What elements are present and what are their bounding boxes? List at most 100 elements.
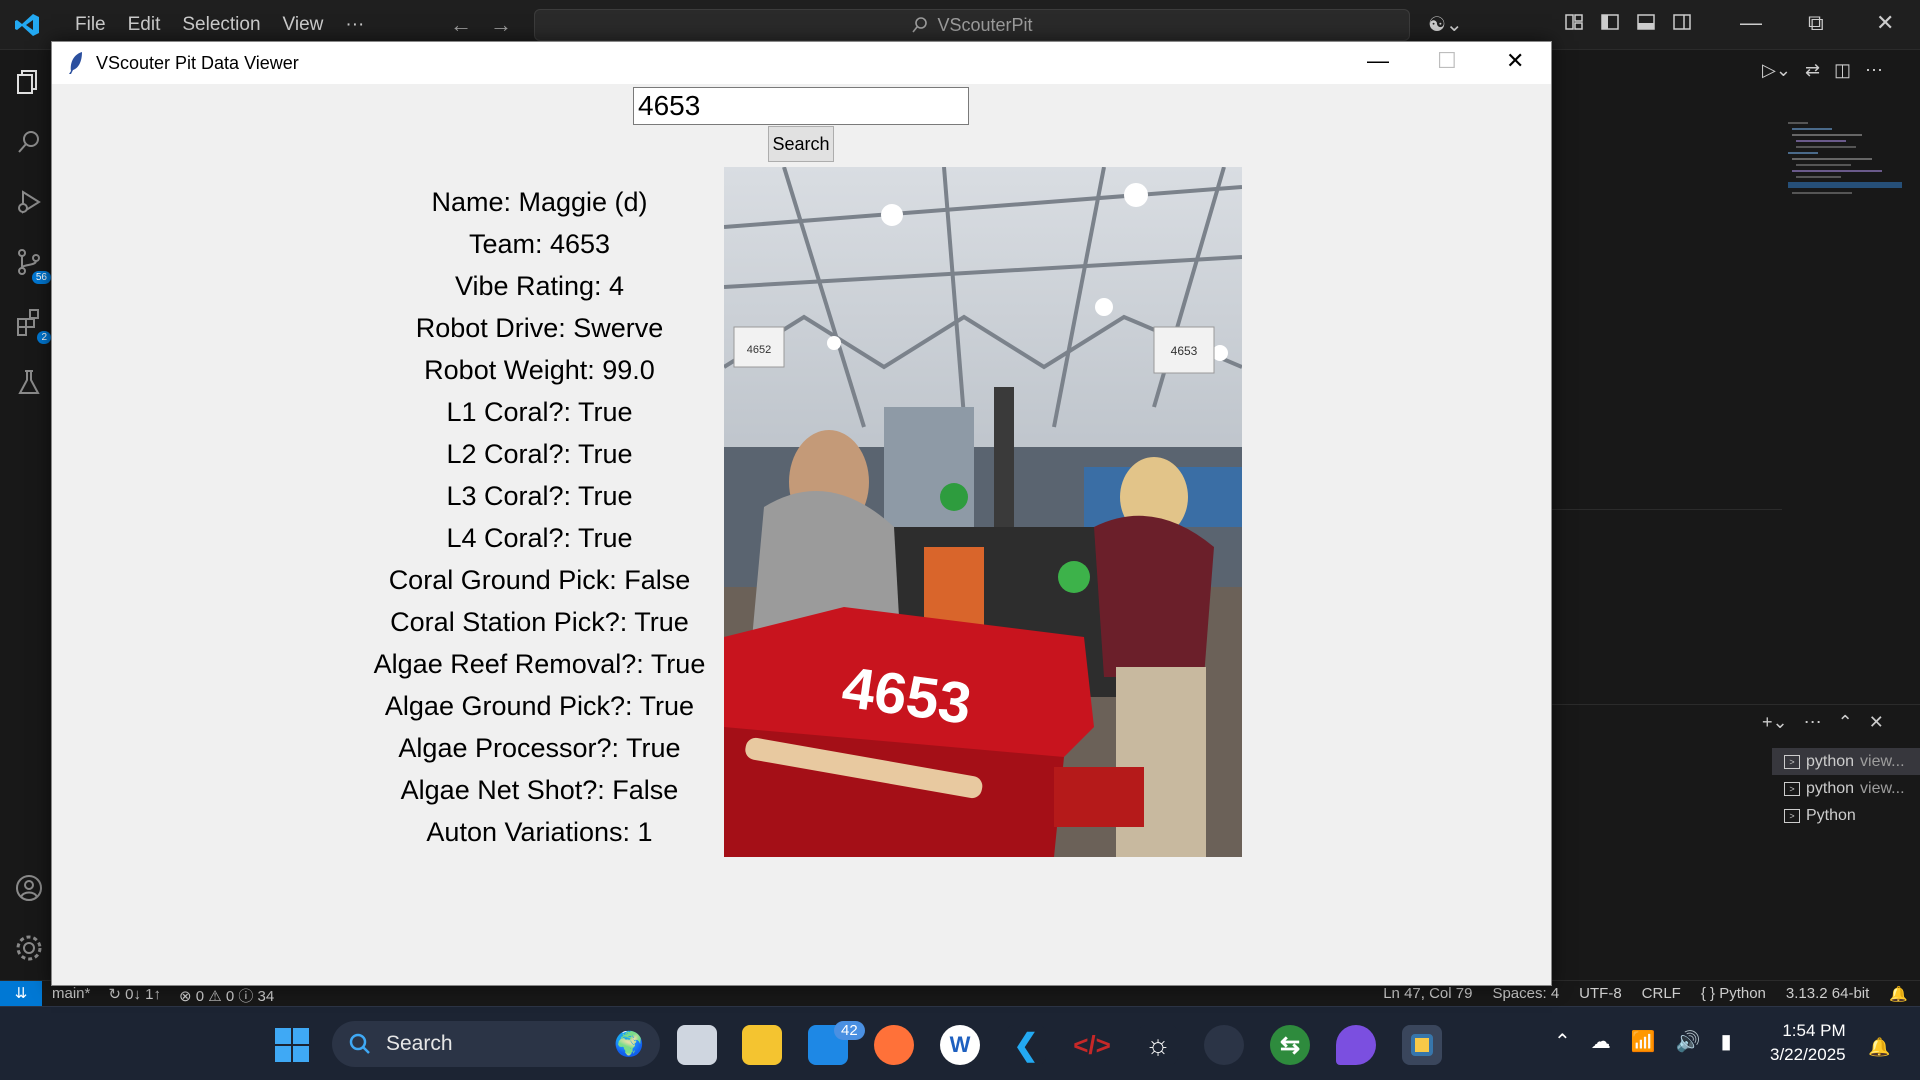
- clock-date: 3/22/2025: [1770, 1045, 1846, 1064]
- menu-view[interactable]: View: [272, 14, 335, 36]
- onedrive-cloud-icon[interactable]: ☁: [1591, 1029, 1611, 1054]
- split-editor-icon[interactable]: ◫: [1834, 60, 1851, 81]
- vscode-minimize-icon[interactable]: —: [1740, 10, 1762, 36]
- toggle-panel-icon[interactable]: [1636, 12, 1656, 32]
- sync-app-icon[interactable]: ⇆: [1270, 1025, 1310, 1065]
- toggle-primary-sidebar-icon[interactable]: [1600, 12, 1620, 32]
- line-ending[interactable]: CRLF: [1642, 985, 1681, 1003]
- terminal-item[interactable]: > python view...: [1772, 775, 1920, 802]
- notifications-bell-icon[interactable]: 🔔: [1889, 985, 1908, 1003]
- notification-center-icon[interactable]: 🔔: [1868, 1037, 1890, 1058]
- team-search-input[interactable]: [633, 87, 969, 125]
- new-terminal-icon[interactable]: +⌄: [1762, 712, 1788, 733]
- menu-file[interactable]: File: [64, 14, 117, 36]
- terminal-detail: view...: [1860, 779, 1905, 797]
- terminal-icon: >: [1784, 754, 1800, 769]
- accounts-icon[interactable]: [13, 872, 45, 904]
- terminal-detail: view...: [1860, 752, 1905, 770]
- language-mode[interactable]: { } Python: [1701, 985, 1766, 1003]
- vscode-logo-icon: [15, 14, 39, 36]
- terminal-item[interactable]: > python view...: [1772, 748, 1920, 775]
- search-icon: [912, 17, 928, 33]
- app-maximize-icon[interactable]: ☐: [1437, 48, 1457, 74]
- run-debug-icon[interactable]: [13, 186, 45, 218]
- battery-icon[interactable]: ▮: [1721, 1029, 1732, 1054]
- run-python-icon[interactable]: ▷⌄: [1762, 60, 1791, 81]
- testing-icon[interactable]: [13, 366, 45, 398]
- windows-start-icon[interactable]: [274, 1027, 310, 1063]
- pit-data-list: Name: Maggie (d) Team: 4653 Vibe Rating:…: [352, 181, 727, 853]
- show-hidden-icons-icon[interactable]: ⌃: [1554, 1029, 1571, 1054]
- extensions-badge: 2: [37, 331, 51, 344]
- task-view-icon[interactable]: [677, 1025, 717, 1065]
- settings-sun-icon[interactable]: ☼: [1138, 1025, 1178, 1065]
- field-l1-coral: L1 Coral?: True: [446, 397, 633, 427]
- problems-indicator[interactable]: ⊗ 0 ⚠ 0 ⓘ 34: [179, 985, 274, 1006]
- browser-app-icon[interactable]: W: [940, 1025, 980, 1065]
- app-circle-icon[interactable]: [1204, 1025, 1244, 1065]
- close-panel-icon[interactable]: ✕: [1869, 712, 1884, 733]
- forward-arrow-icon[interactable]: →: [490, 12, 512, 38]
- search-sidebar-icon[interactable]: [13, 126, 45, 158]
- obsidian-icon[interactable]: [1336, 1025, 1376, 1065]
- windows-taskbar: Search 🌍 42 W ❮ </> ☼ ⇆ ⌃ ☁ 📶 🔊 ▮ 1:54 P…: [0, 1006, 1920, 1080]
- wifi-icon[interactable]: 📶: [1631, 1029, 1656, 1054]
- branch-indicator[interactable]: main*: [52, 985, 90, 1006]
- taskbar-clock[interactable]: 1:54 PM 3/22/2025: [1770, 1019, 1846, 1067]
- compare-changes-icon[interactable]: ⇄: [1805, 60, 1820, 81]
- feather-icon: [69, 52, 82, 74]
- remote-indicator-icon[interactable]: ⇊: [0, 981, 42, 1007]
- sync-indicator[interactable]: ↻ 0↓ 1↑: [108, 985, 161, 1006]
- terminal-icon: >: [1784, 808, 1800, 823]
- taskbar-search-label: Search: [386, 1032, 453, 1055]
- indentation[interactable]: Spaces: 4: [1492, 985, 1559, 1003]
- cursor-position[interactable]: Ln 47, Col 79: [1383, 985, 1472, 1003]
- editor-more-icon[interactable]: ⋯: [1865, 60, 1883, 81]
- field-algae-net-shot: Algae Net Shot?: False: [400, 775, 679, 805]
- firefox-icon[interactable]: [874, 1025, 914, 1065]
- source-control-badge: 56: [31, 271, 51, 284]
- customize-layout-icon[interactable]: [1564, 12, 1584, 32]
- code-app-icon[interactable]: </>: [1072, 1025, 1112, 1065]
- vscode-taskbar-icon[interactable]: ❮: [1006, 1025, 1046, 1065]
- minimap[interactable]: [1788, 120, 1904, 220]
- terminal-item[interactable]: > Python: [1772, 802, 1920, 829]
- field-algae-reef-removal: Algae Reef Removal?: True: [373, 649, 706, 679]
- maximize-panel-icon[interactable]: ⌃: [1838, 712, 1853, 733]
- app-titlebar: VScouter Pit Data Viewer — ☐ ✕: [52, 42, 1551, 84]
- field-vibe-rating: Vibe Rating: 4: [454, 271, 625, 301]
- menu-edit[interactable]: Edit: [117, 14, 172, 36]
- taskbar-search[interactable]: Search 🌍: [332, 1021, 660, 1067]
- app-close-icon[interactable]: ✕: [1506, 48, 1524, 74]
- toggle-secondary-sidebar-icon[interactable]: [1672, 12, 1692, 32]
- menu-more[interactable]: ···: [334, 14, 375, 36]
- copilot-icon[interactable]: ☯⌄: [1428, 12, 1463, 37]
- extensions-icon[interactable]: 2: [13, 306, 51, 344]
- source-control-icon[interactable]: 56: [13, 246, 51, 284]
- clock-time: 1:54 PM: [1782, 1021, 1846, 1040]
- command-center-label: VScouterPit: [937, 14, 1033, 35]
- activity-bar: 56 2: [0, 50, 58, 980]
- menu-selection[interactable]: Selection: [171, 14, 271, 36]
- field-auton-variations: Auton Variations: 1: [426, 817, 653, 847]
- manage-gear-icon[interactable]: [13, 932, 45, 964]
- field-name: Name: Maggie (d): [431, 187, 648, 217]
- command-center[interactable]: VScouterPit: [534, 9, 1410, 41]
- terminal-more-icon[interactable]: ⋯: [1804, 712, 1822, 733]
- volume-icon[interactable]: 🔊: [1676, 1029, 1701, 1054]
- field-l3-coral: L3 Coral?: True: [446, 481, 633, 511]
- back-arrow-icon[interactable]: ←: [450, 12, 472, 38]
- terminal-name: Python: [1806, 806, 1856, 824]
- terminal-icon: >: [1784, 781, 1800, 796]
- encoding[interactable]: UTF-8: [1579, 985, 1622, 1003]
- python-taskbar-icon[interactable]: [1402, 1025, 1442, 1065]
- search-button[interactable]: Search: [768, 126, 834, 162]
- pit-data-viewer-window: VScouter Pit Data Viewer — ☐ ✕ Search Na…: [51, 41, 1552, 986]
- file-explorer-icon[interactable]: [742, 1025, 782, 1065]
- vscode-restore-icon[interactable]: ⧉: [1808, 10, 1824, 36]
- app-minimize-icon[interactable]: —: [1367, 48, 1389, 74]
- robot-photo: 4652 4653 4653: [724, 167, 1242, 857]
- explorer-icon[interactable]: [13, 66, 45, 98]
- interpreter-version[interactable]: 3.13.2 64-bit: [1786, 985, 1869, 1003]
- vscode-close-icon[interactable]: ✕: [1876, 10, 1894, 36]
